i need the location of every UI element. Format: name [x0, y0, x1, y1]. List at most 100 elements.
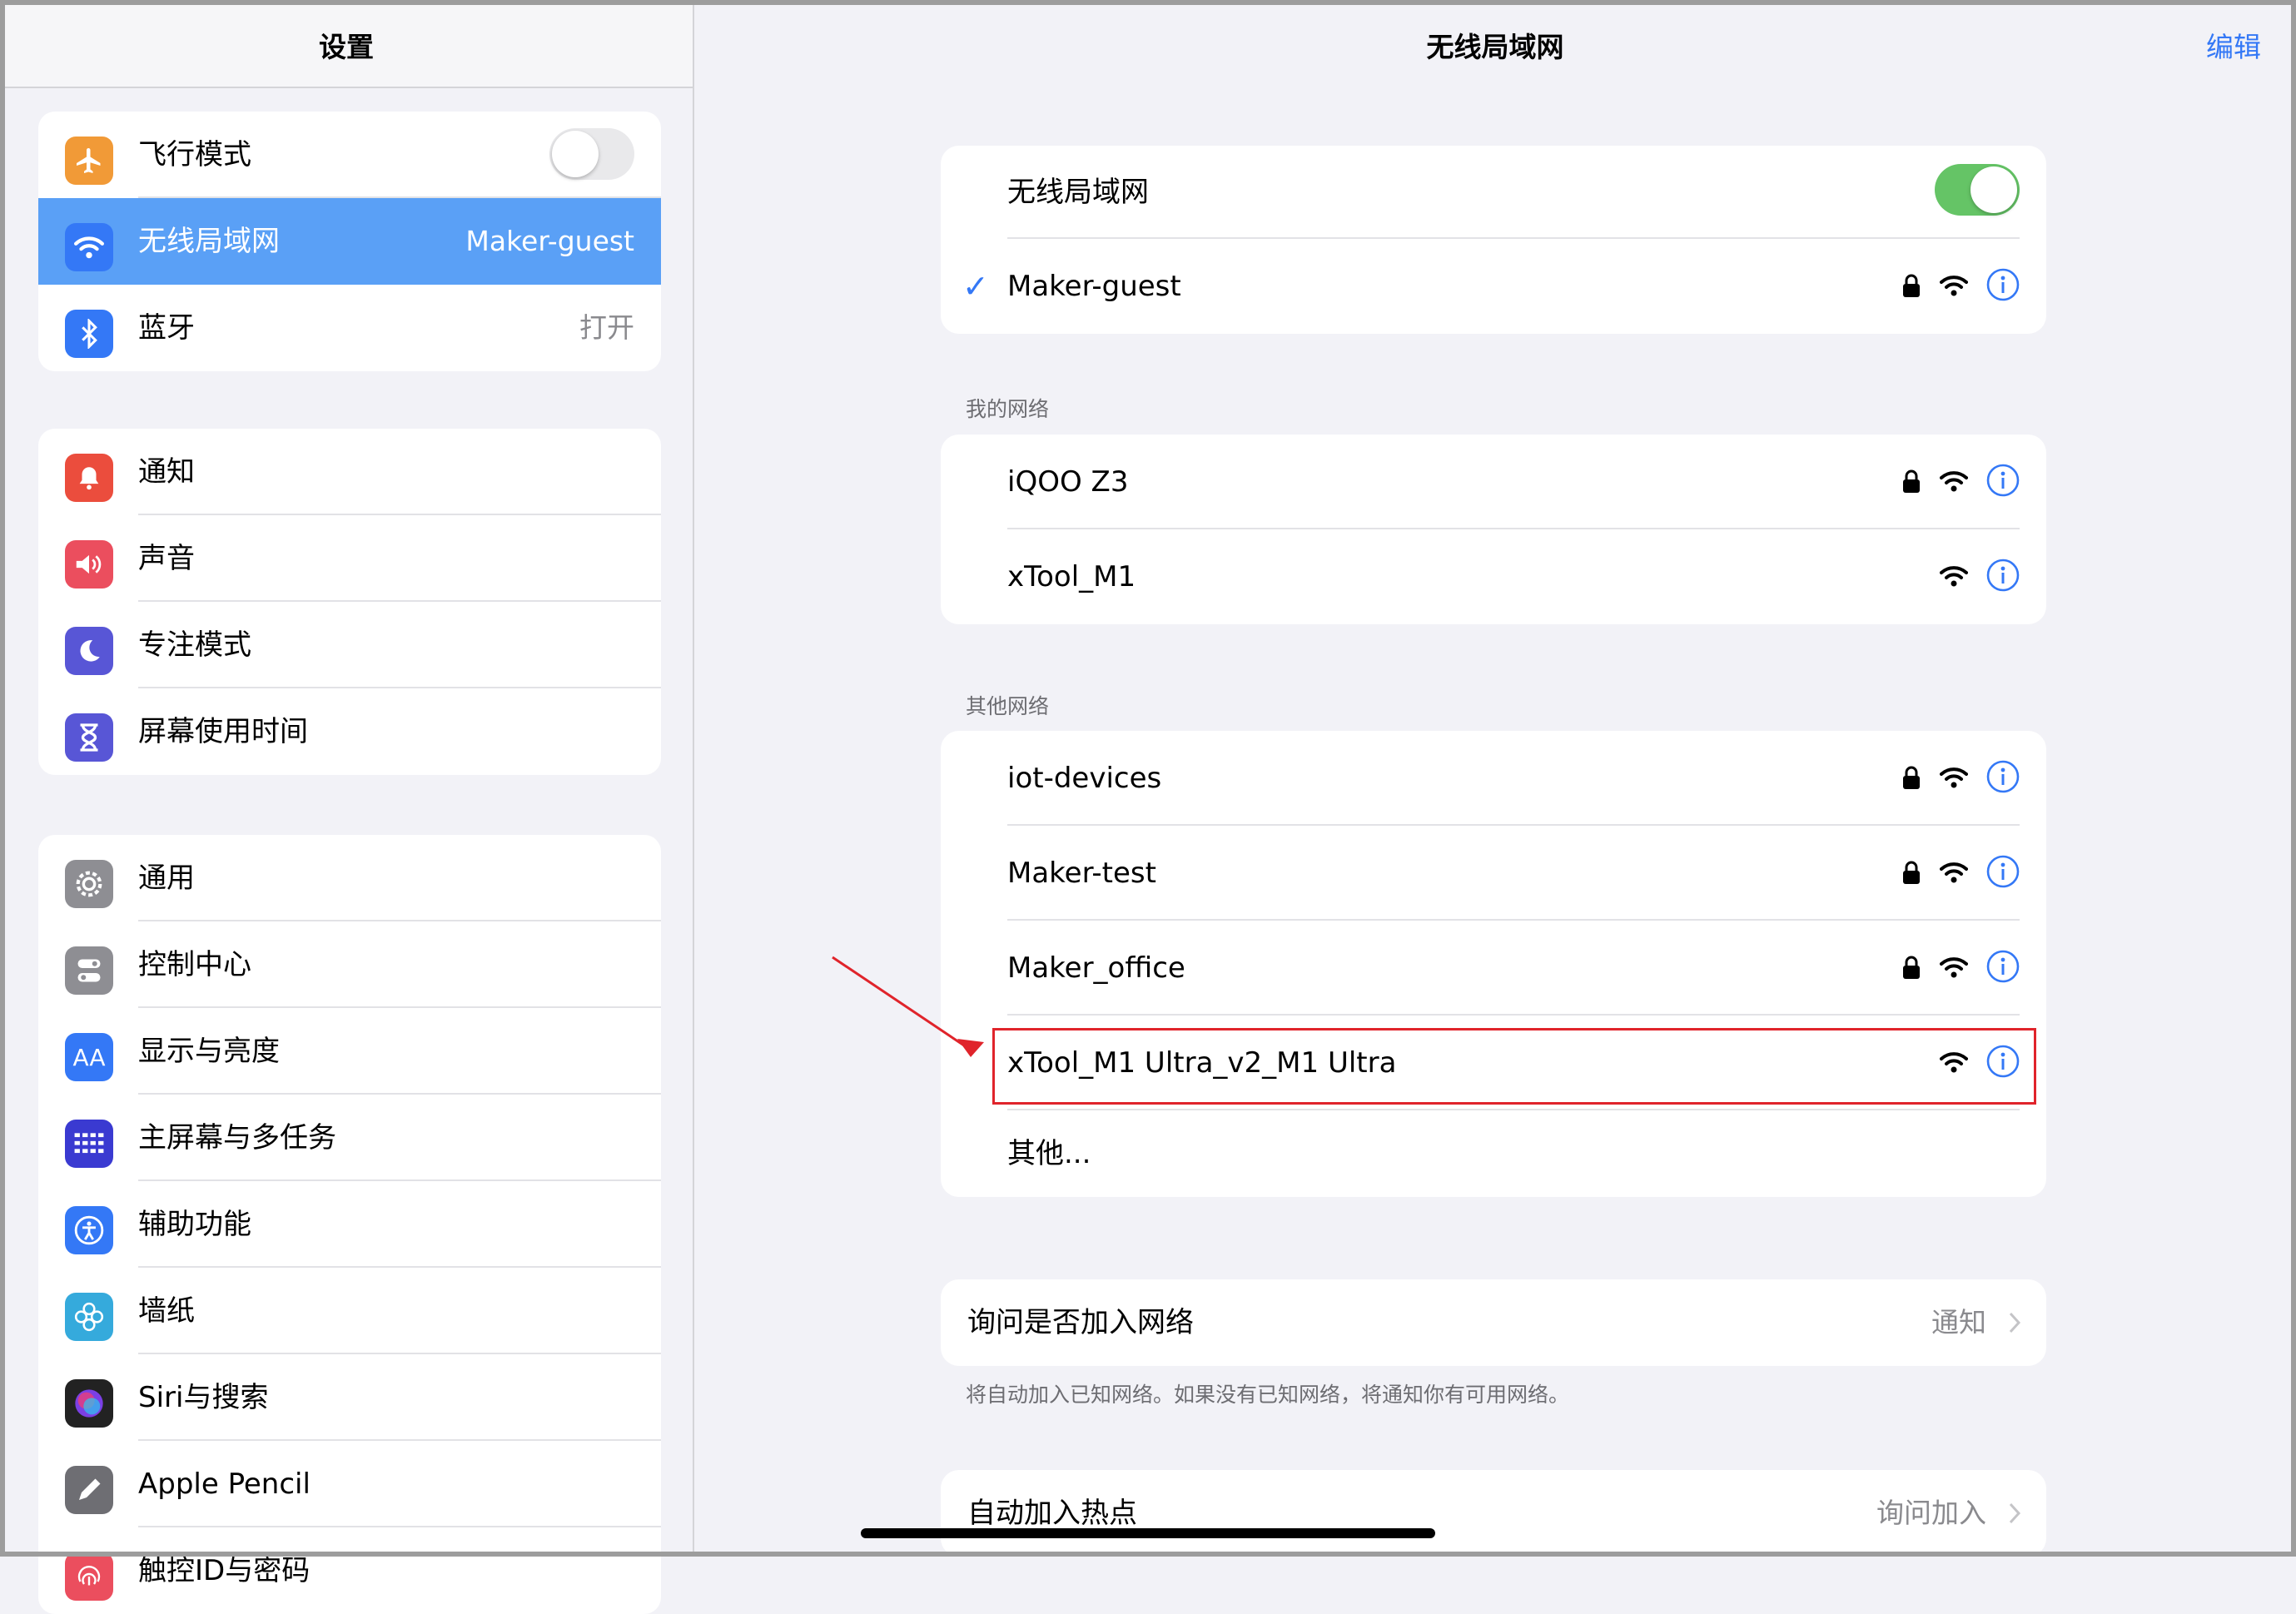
annotation-arrow: [832, 956, 984, 1057]
info-icon[interactable]: [1986, 268, 2020, 301]
auto-hotspot-row[interactable]: 自动加入热点 询问加入: [941, 1470, 2046, 1557]
network-row[interactable]: Maker_office: [941, 921, 2046, 1016]
sidebar-item[interactable]: 通知: [38, 429, 661, 515]
lock-icon: [1903, 956, 1920, 979]
sidebar-item-label: Apple Pencil: [138, 1467, 311, 1501]
ask-join-value: 通知: [1931, 1306, 1986, 1338]
sidebar-item[interactable]: 专注模式: [38, 602, 661, 688]
wifi-signal-icon: [1940, 957, 1968, 978]
settings-group: 飞行模式无线局域网 Maker-guest 蓝牙 打开: [38, 112, 661, 371]
moon-icon: [65, 627, 113, 675]
wifi-signal-icon: [1940, 471, 1968, 492]
sidebar-item-label: 通用: [138, 862, 195, 895]
sidebar-item[interactable]: 声音: [38, 515, 661, 602]
lock-icon: [1903, 766, 1920, 789]
sidebar-item-label: 触控ID与密码: [138, 1554, 311, 1587]
airplane-mode-toggle[interactable]: [549, 128, 634, 180]
accessibility-icon: [65, 1206, 113, 1254]
speaker-icon: [65, 540, 113, 588]
wifi-signal-icon: [1940, 276, 1968, 296]
auto-hotspot-value: 询问加入: [1876, 1497, 1986, 1529]
ask-join-row[interactable]: 询问是否加入网络 通知: [941, 1279, 2046, 1366]
my-networks-card: iQOO Z3 xTool_M1: [941, 435, 2046, 624]
auto-hotspot-card: 自动加入热点 询问加入: [941, 1470, 2046, 1557]
gear-icon: [65, 860, 113, 908]
sidebar-item[interactable]: Siri与搜索: [38, 1354, 661, 1441]
wifi-signal-icon: [1940, 566, 1968, 587]
other-network-label: 其他...: [1007, 1137, 1091, 1170]
lock-icon: [1903, 861, 1920, 884]
sidebar-header: 设置: [0, 0, 693, 88]
sidebar-item[interactable]: 辅助功能: [38, 1181, 661, 1268]
other-networks-card: iot-devices Maker-test Maker_office xTool_M…: [941, 731, 2046, 1197]
network-name: Maker_office: [1007, 951, 1185, 985]
info-icon[interactable]: [1986, 760, 2020, 793]
sidebar-item[interactable]: 主屏幕与多任务: [38, 1095, 661, 1181]
bluetooth-icon: [65, 310, 113, 358]
main-header: 无线局域网 编辑: [694, 0, 2296, 87]
sidebar-item-label: 无线局域网: [138, 225, 280, 258]
toggle-knob: [1970, 166, 2017, 213]
sidebar-item-label: 声音: [138, 542, 195, 575]
sidebar-item[interactable]: 无线局域网 Maker-guest: [38, 198, 661, 285]
sidebar-item[interactable]: 控制中心: [38, 921, 661, 1008]
chevron-right-icon: [2009, 1312, 2021, 1333]
lock-icon: [1903, 469, 1920, 493]
info-icon[interactable]: [1986, 950, 2020, 983]
sidebar-item-label: 显示与亮度: [138, 1035, 280, 1068]
airplane-icon: [65, 137, 113, 185]
highlight-annotation-box: [992, 1028, 2036, 1105]
sidebar-item[interactable]: 触控ID与密码: [38, 1527, 661, 1614]
network-name: iot-devices: [1007, 762, 1162, 795]
sidebar-item-label: 墙纸: [138, 1294, 195, 1328]
other-network-row[interactable]: 其他...: [941, 1110, 2046, 1197]
grid-icon: [65, 1120, 113, 1168]
sidebar-item-label: 屏幕使用时间: [138, 715, 308, 748]
sidebar-item[interactable]: AA 显示与亮度: [38, 1008, 661, 1095]
sidebar-item[interactable]: 蓝牙 打开: [38, 285, 661, 371]
bell-icon: [65, 454, 113, 502]
network-name: xTool_M1: [1007, 560, 1136, 593]
switches-icon: [65, 946, 113, 995]
other-networks-header: 其他网络: [966, 694, 1050, 718]
sidebar-title: 设置: [319, 31, 374, 63]
flower-icon: [65, 1293, 113, 1341]
fingerprint-icon: [65, 1552, 113, 1601]
sidebar-item-value: 打开: [579, 311, 634, 344]
network-row[interactable]: iQOO Z3: [941, 435, 2046, 529]
auto-hotspot-label: 自动加入热点: [967, 1497, 1137, 1530]
network-name: iQOO Z3: [1007, 465, 1129, 499]
sidebar-item-label: 蓝牙: [138, 311, 195, 345]
info-icon[interactable]: [1986, 559, 2020, 592]
wifi-toggle[interactable]: [1935, 164, 2020, 216]
settings-group: 通用控制中心 AA 显示与亮度主屏幕与多任务 辅助功能墙纸 Siri与搜索 Apple P…: [38, 835, 661, 1614]
connected-network-row[interactable]: ✓ Maker-guest: [941, 239, 2046, 334]
sidebar-item[interactable]: 通用: [38, 835, 661, 921]
siri-icon: [65, 1379, 113, 1428]
my-networks-header: 我的网络: [966, 397, 1050, 421]
wifi-toggle-label: 无线局域网: [1007, 176, 1149, 209]
sidebar-item-value: Maker-guest: [465, 225, 634, 257]
sidebar-item-label: 控制中心: [138, 948, 251, 981]
toggle-knob: [552, 131, 599, 177]
checkmark-icon: ✓: [962, 268, 989, 305]
page-title: 无线局域网: [1426, 31, 1564, 63]
sidebar-item[interactable]: Apple Pencil: [38, 1441, 661, 1527]
network-row[interactable]: iot-devices: [941, 731, 2046, 826]
sidebar-item-label: 主屏幕与多任务: [138, 1121, 336, 1155]
sidebar-item[interactable]: 墙纸: [38, 1268, 661, 1354]
edit-button[interactable]: 编辑: [2206, 25, 2261, 65]
wifi-signal-icon: [1940, 767, 1968, 788]
connected-network-name: Maker-guest: [1007, 270, 1181, 303]
sidebar-item[interactable]: 飞行模式: [38, 112, 661, 198]
sidebar-item-label: 辅助功能: [138, 1208, 251, 1241]
network-row[interactable]: Maker-test: [941, 826, 2046, 921]
info-icon[interactable]: [1986, 855, 2020, 888]
info-icon[interactable]: [1986, 464, 2020, 497]
wifi-status-card: 无线局域网 ✓ Maker-guest: [941, 146, 2046, 334]
sidebar-item[interactable]: 屏幕使用时间: [38, 688, 661, 775]
sidebar-item-label: 通知: [138, 455, 195, 489]
network-row[interactable]: xTool_M1: [941, 529, 2046, 624]
chevron-right-icon: [2009, 1502, 2021, 1524]
ask-join-label: 询问是否加入网络: [967, 1306, 1194, 1339]
